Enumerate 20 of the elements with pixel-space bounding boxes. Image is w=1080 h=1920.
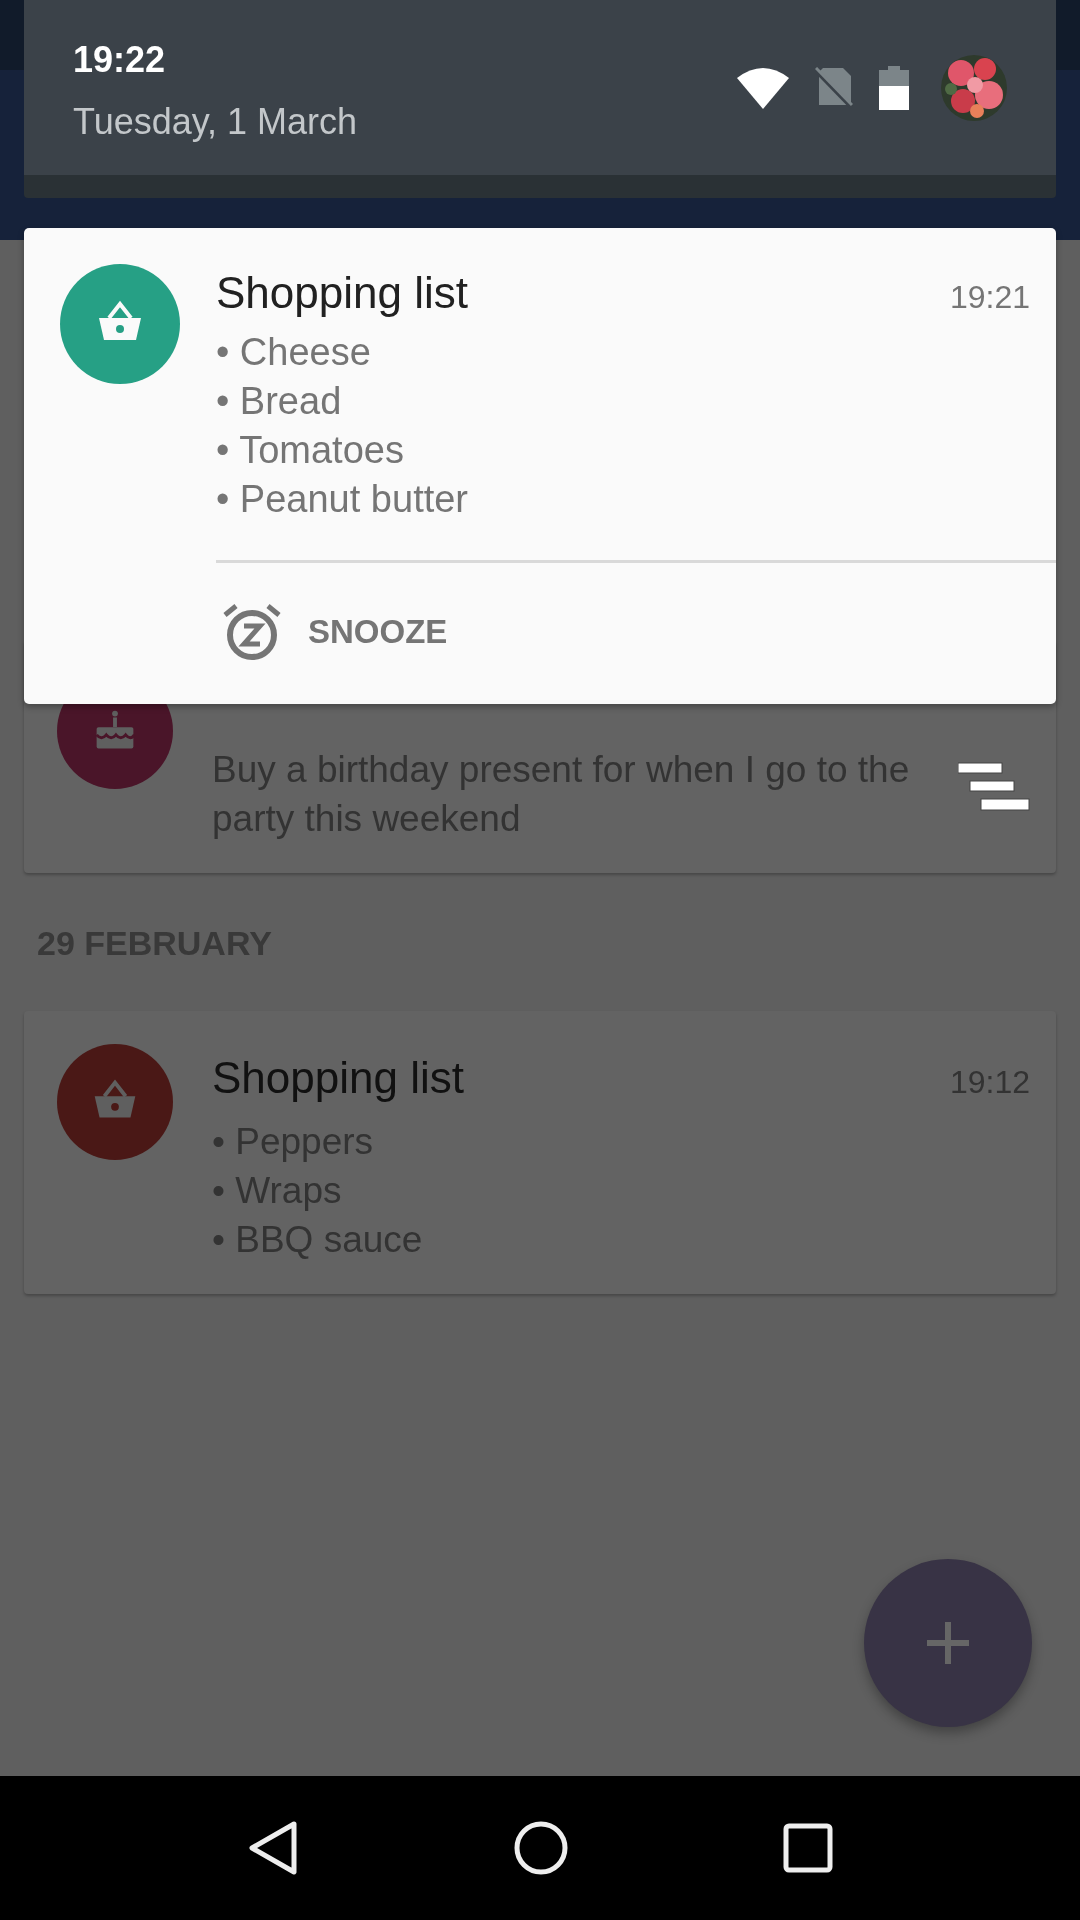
- alarm-clock-icon: [222, 603, 282, 661]
- reminder-title: Shopping list: [212, 1052, 464, 1104]
- list-item: • Bread: [216, 379, 342, 424]
- home-button[interactable]: [513, 1820, 569, 1876]
- notification-time: 19:21: [949, 279, 1030, 316]
- wifi-icon: [737, 66, 789, 109]
- back-button[interactable]: [247, 1820, 299, 1876]
- basket-icon: [60, 264, 180, 384]
- recents-button[interactable]: [783, 1823, 833, 1873]
- list-item: • Tomatoes: [216, 428, 404, 473]
- list-item: • Peanut butter: [216, 477, 469, 522]
- notification-card[interactable]: Shopping list 19:21 • Cheese • Bread • Tomatoes • Peanut butter SNOOZE: [24, 228, 1056, 704]
- bars-icon: [958, 762, 1030, 812]
- plus-icon: [927, 1622, 969, 1664]
- date-text: Tuesday, 1 March: [73, 99, 358, 144]
- battery-icon: [879, 65, 909, 110]
- notification-title: Shopping list: [216, 267, 468, 319]
- list-item: • Cheese: [216, 330, 371, 375]
- no-sim-icon: [815, 66, 853, 109]
- clock-time: 19:22: [73, 37, 166, 82]
